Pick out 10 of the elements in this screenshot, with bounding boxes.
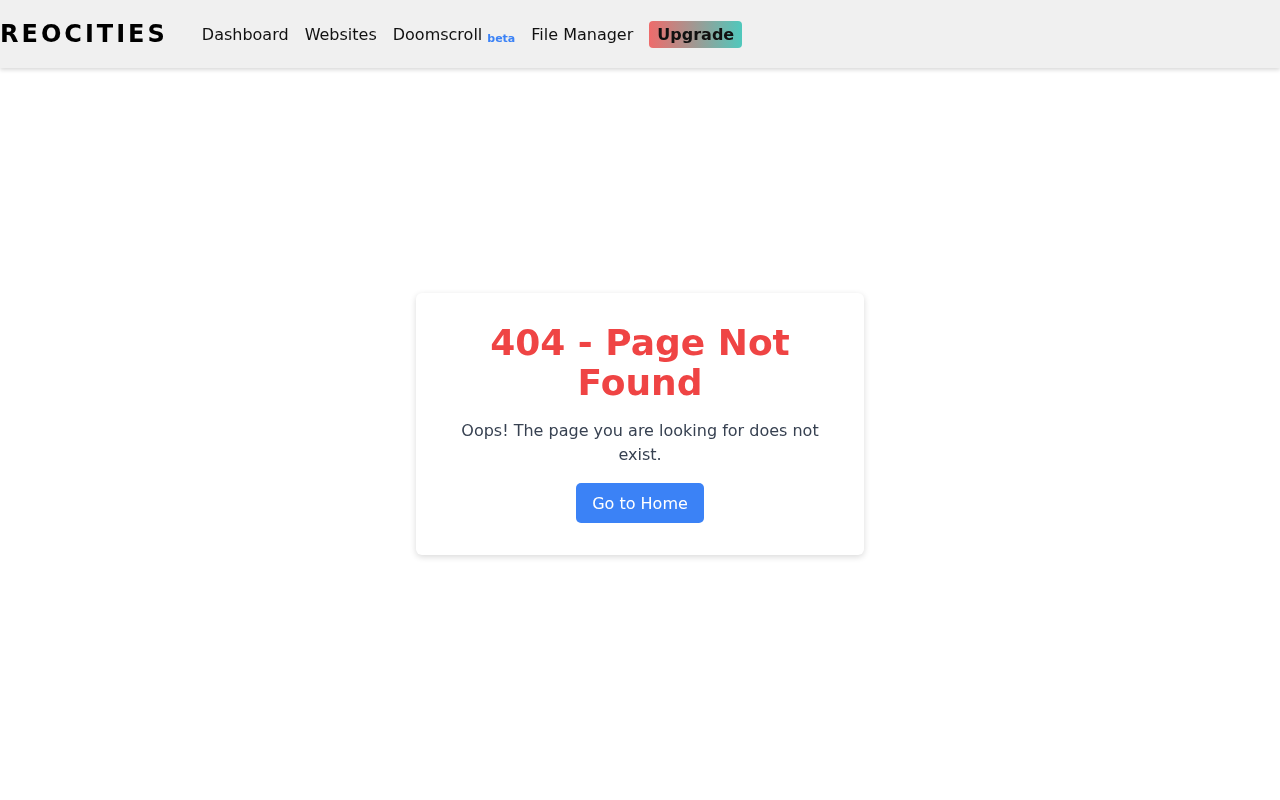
nav-link[interactable]: Doomscroll: [392, 24, 483, 44]
nav-link[interactable]: Websites: [304, 24, 377, 44]
error-message: Oops! The page you are looking for does not exist.: [460, 420, 820, 466]
error-title: 404 - Page Not Found: [489, 323, 791, 403]
site-logo[interactable]: REOCITIES: [0, 20, 168, 48]
beta-label: beta: [487, 31, 516, 45]
nav-link[interactable]: File Manager: [531, 24, 634, 44]
go-home-button[interactable]: Go to Home: [576, 483, 704, 523]
nav-link[interactable]: Dashboard: [201, 24, 289, 44]
upgrade-button[interactable]: Upgrade: [649, 20, 743, 48]
